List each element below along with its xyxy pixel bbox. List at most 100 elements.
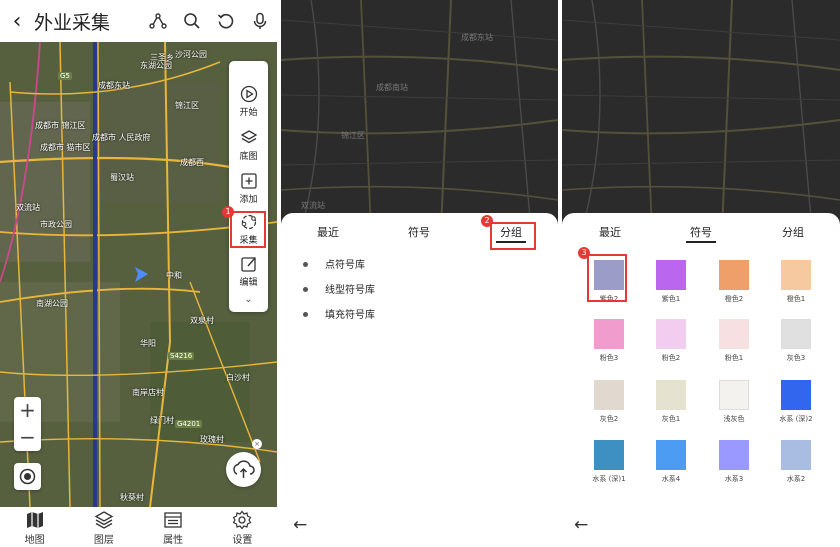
- step-badge-2: 2: [481, 215, 493, 227]
- back-arrow-icon[interactable]: ←: [293, 515, 307, 535]
- map-label: 白沙村: [226, 373, 250, 382]
- layers-icon: [94, 511, 114, 529]
- map-label: 成都市 猫市区: [40, 143, 91, 152]
- refresh-icon[interactable]: [209, 0, 243, 42]
- collect-highlight-box: [230, 211, 266, 248]
- zoom-in-button[interactable]: +: [14, 397, 41, 424]
- color-swatch[interactable]: [781, 319, 811, 349]
- locate-icon: [19, 468, 36, 485]
- map-label: 双流站: [16, 203, 40, 212]
- color-swatch[interactable]: [656, 380, 686, 410]
- map-label: 成都市 人民政府: [92, 133, 151, 142]
- color-swatch-label: 橙色1: [786, 295, 806, 303]
- road-tag: S4216: [168, 352, 195, 360]
- color-swatch[interactable]: [719, 319, 749, 349]
- color-swatch[interactable]: [656, 319, 686, 349]
- back-arrow-icon[interactable]: ←: [574, 515, 588, 535]
- nav-attributes[interactable]: 属性: [139, 507, 208, 547]
- color-swatch-label: 水系3: [724, 475, 744, 483]
- map-label: 沙河公园: [175, 50, 207, 59]
- color-swatch-label: 水系 (深)2: [779, 415, 813, 423]
- add-tool[interactable]: 添加: [229, 172, 268, 205]
- map-label: 玫瑰村: [200, 435, 224, 444]
- close-icon[interactable]: ×: [252, 439, 262, 449]
- add-tool-label: 添加: [239, 195, 258, 205]
- basemap-tool[interactable]: 底图: [229, 129, 268, 162]
- map-label: 南湖公园: [36, 299, 68, 308]
- map-label: 南岸店村: [132, 388, 164, 397]
- color-swatch[interactable]: [656, 260, 686, 290]
- color-swatch-label: 粉色2: [661, 354, 681, 362]
- search-icon[interactable]: [175, 0, 209, 42]
- play-icon: [240, 85, 257, 103]
- start-tool-label: 开始: [239, 108, 258, 118]
- color-swatch[interactable]: [656, 440, 686, 470]
- color-swatch[interactable]: [719, 380, 749, 410]
- color-swatch[interactable]: [594, 380, 624, 410]
- map-label: 中和: [166, 271, 182, 280]
- page-title: 外业采集: [34, 11, 111, 34]
- symbol-sheet: 最近 符号 分组 点符号库 线型符号库 填充符号库 ←: [281, 213, 558, 547]
- color-swatch-label: 灰色2: [599, 415, 619, 423]
- cloud-upload-button[interactable]: [226, 452, 261, 487]
- nav-map[interactable]: 地图: [0, 507, 69, 547]
- map-label: 绿门村: [150, 416, 174, 425]
- map-label: 蜀汉站: [110, 173, 134, 182]
- map-label: 锦江区: [341, 131, 365, 140]
- chevron-down-icon[interactable]: ⌄: [229, 294, 268, 305]
- map-label: 成都东站: [98, 81, 130, 90]
- zoom-out-button[interactable]: −: [14, 424, 41, 451]
- map-label: 成都市 锦江区: [35, 121, 86, 130]
- color-swatch[interactable]: [719, 260, 749, 290]
- tab-groups[interactable]: 分组: [782, 224, 804, 240]
- color-swatch-label: 橙色2: [724, 295, 744, 303]
- color-swatch-label: 水系 (深)1: [592, 475, 626, 483]
- map-label: 成都东站: [461, 33, 493, 42]
- top-bar: ‹ 外业采集: [0, 0, 277, 42]
- field-collection-screen: ‹ 外业采集 东湖公园 沙河公园 成都东站 成都市 人民政府 成都市 锦江区 成…: [0, 0, 277, 547]
- tab-symbols[interactable]: 符号: [686, 224, 716, 243]
- color-swatch-label: 粉色1: [724, 354, 744, 362]
- map-label: 华阳: [140, 339, 156, 348]
- basemap-tool-label: 底图: [239, 152, 258, 162]
- dimmed-map: 成都东站 成都南站 锦江区 双流站: [281, 0, 558, 230]
- bullet-icon: [303, 261, 308, 267]
- nav-settings-label: 设置: [232, 535, 253, 546]
- library-item-fill[interactable]: 填充符号库: [303, 306, 375, 321]
- library-item-label: 填充符号库: [325, 310, 375, 321]
- locate-button[interactable]: [14, 463, 41, 490]
- color-swatch[interactable]: [594, 440, 624, 470]
- color-swatch-label: 水系2: [786, 475, 806, 483]
- layers-icon: [240, 130, 257, 144]
- color-swatch[interactable]: [594, 319, 624, 349]
- map-icon: [26, 512, 43, 528]
- edit-tool[interactable]: 编辑: [229, 255, 268, 288]
- measure-icon[interactable]: [141, 0, 175, 42]
- color-swatch[interactable]: [781, 380, 811, 410]
- cloud-upload-icon: [233, 460, 255, 478]
- color-swatch-label: 水系4: [661, 475, 681, 483]
- back-arrow-icon[interactable]: ‹: [0, 9, 34, 34]
- map-label: 成都西: [180, 158, 204, 167]
- color-swatch[interactable]: [781, 440, 811, 470]
- step-badge-3: 3: [578, 247, 590, 259]
- map-label: 三圣乡: [150, 53, 174, 62]
- tab-recent[interactable]: 最近: [317, 224, 339, 240]
- tab-symbols[interactable]: 符号: [408, 224, 430, 240]
- road-tag: G5: [58, 72, 72, 80]
- microphone-icon[interactable]: [243, 0, 277, 42]
- color-swatch[interactable]: [719, 440, 749, 470]
- map-label: 锦江区: [175, 101, 199, 110]
- nav-settings[interactable]: 设置: [208, 507, 277, 547]
- nav-layers[interactable]: 图层: [69, 507, 138, 547]
- bullet-icon: [303, 286, 308, 292]
- color-swatch-label: 灰色1: [661, 415, 681, 423]
- start-tool[interactable]: 开始: [229, 85, 268, 118]
- library-item-point[interactable]: 点符号库: [303, 256, 365, 271]
- nav-map-label: 地图: [24, 535, 45, 546]
- gear-icon: [233, 510, 252, 530]
- symbol-tabs: 最近 符号 分组: [562, 213, 840, 249]
- library-item-line[interactable]: 线型符号库: [303, 281, 375, 296]
- tab-recent[interactable]: 最近: [599, 224, 621, 240]
- color-swatch[interactable]: [781, 260, 811, 290]
